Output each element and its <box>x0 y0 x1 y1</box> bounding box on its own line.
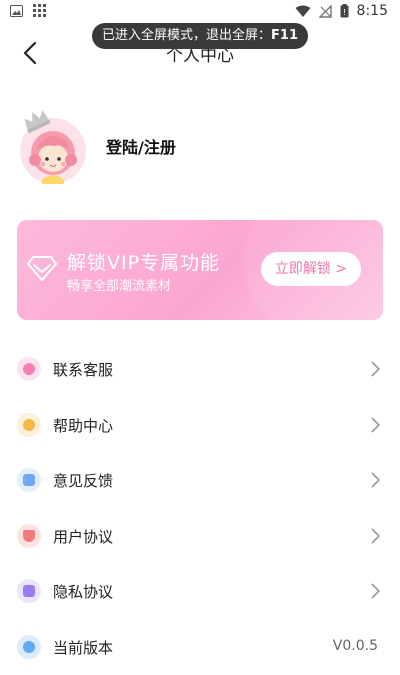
chevron-right-icon <box>371 361 380 377</box>
menu-item-help-center[interactable]: 帮助中心 <box>0 398 400 454</box>
menu-item-customer-service[interactable]: 联系客服 <box>0 342 400 398</box>
menu-item-label: 意见反馈 <box>53 470 113 491</box>
fullscreen-toast: 已进入全屏模式，退出全屏：F11 <box>92 23 308 49</box>
toast-text: 已进入全屏模式，退出全屏： <box>102 28 271 43</box>
menu-item-user-agreement[interactable]: 用户协议 <box>0 509 400 565</box>
status-bar: ! 8:15 <box>0 0 400 24</box>
battery-icon: ! <box>340 4 349 18</box>
svg-text:!: ! <box>342 8 345 17</box>
user-agreement-icon <box>17 524 41 548</box>
privacy-icon <box>17 579 41 603</box>
version-value: V0.0.5 <box>333 638 378 654</box>
chevron-right-icon <box>371 583 380 599</box>
settings-menu: 联系客服 帮助中心 意见反馈 用户协议 隐私协议 当前版本 V0.0.5 <box>0 342 400 675</box>
menu-item-label: 用户协议 <box>53 526 113 547</box>
menu-item-label: 帮助中心 <box>53 415 113 436</box>
wifi-icon <box>295 5 311 18</box>
menu-item-label: 联系客服 <box>53 359 113 380</box>
gallery-icon <box>10 5 23 17</box>
info-icon <box>17 635 41 659</box>
back-arrow-icon[interactable] <box>20 40 42 66</box>
diamond-icon <box>27 254 57 282</box>
toast-key: F11 <box>271 28 298 43</box>
customer-service-icon <box>17 357 41 381</box>
feedback-icon <box>17 468 41 492</box>
status-time: 8:15 <box>357 3 388 19</box>
grid-icon <box>33 4 46 17</box>
no-signal-icon <box>319 5 332 18</box>
help-icon <box>17 413 41 437</box>
unlock-now-button[interactable]: 立即解锁 > <box>261 252 361 286</box>
menu-item-feedback[interactable]: 意见反馈 <box>0 453 400 509</box>
vip-subtitle: 畅享全部潮流素材 <box>67 275 171 294</box>
vip-title: 解锁VIP专属功能 <box>67 248 220 275</box>
login-register-link[interactable]: 登陆/注册 <box>106 134 176 158</box>
menu-item-current-version: 当前版本 V0.0.5 <box>0 620 400 675</box>
menu-item-label: 隐私协议 <box>53 581 113 602</box>
chevron-right-icon <box>371 417 380 433</box>
menu-item-label: 当前版本 <box>53 637 113 658</box>
menu-item-privacy-policy[interactable]: 隐私协议 <box>0 564 400 620</box>
vip-banner[interactable]: 解锁VIP专属功能 畅享全部潮流素材 立即解锁 > <box>17 220 383 320</box>
chevron-right-icon <box>371 528 380 544</box>
avatar[interactable] <box>14 110 104 190</box>
chevron-right-icon <box>371 472 380 488</box>
